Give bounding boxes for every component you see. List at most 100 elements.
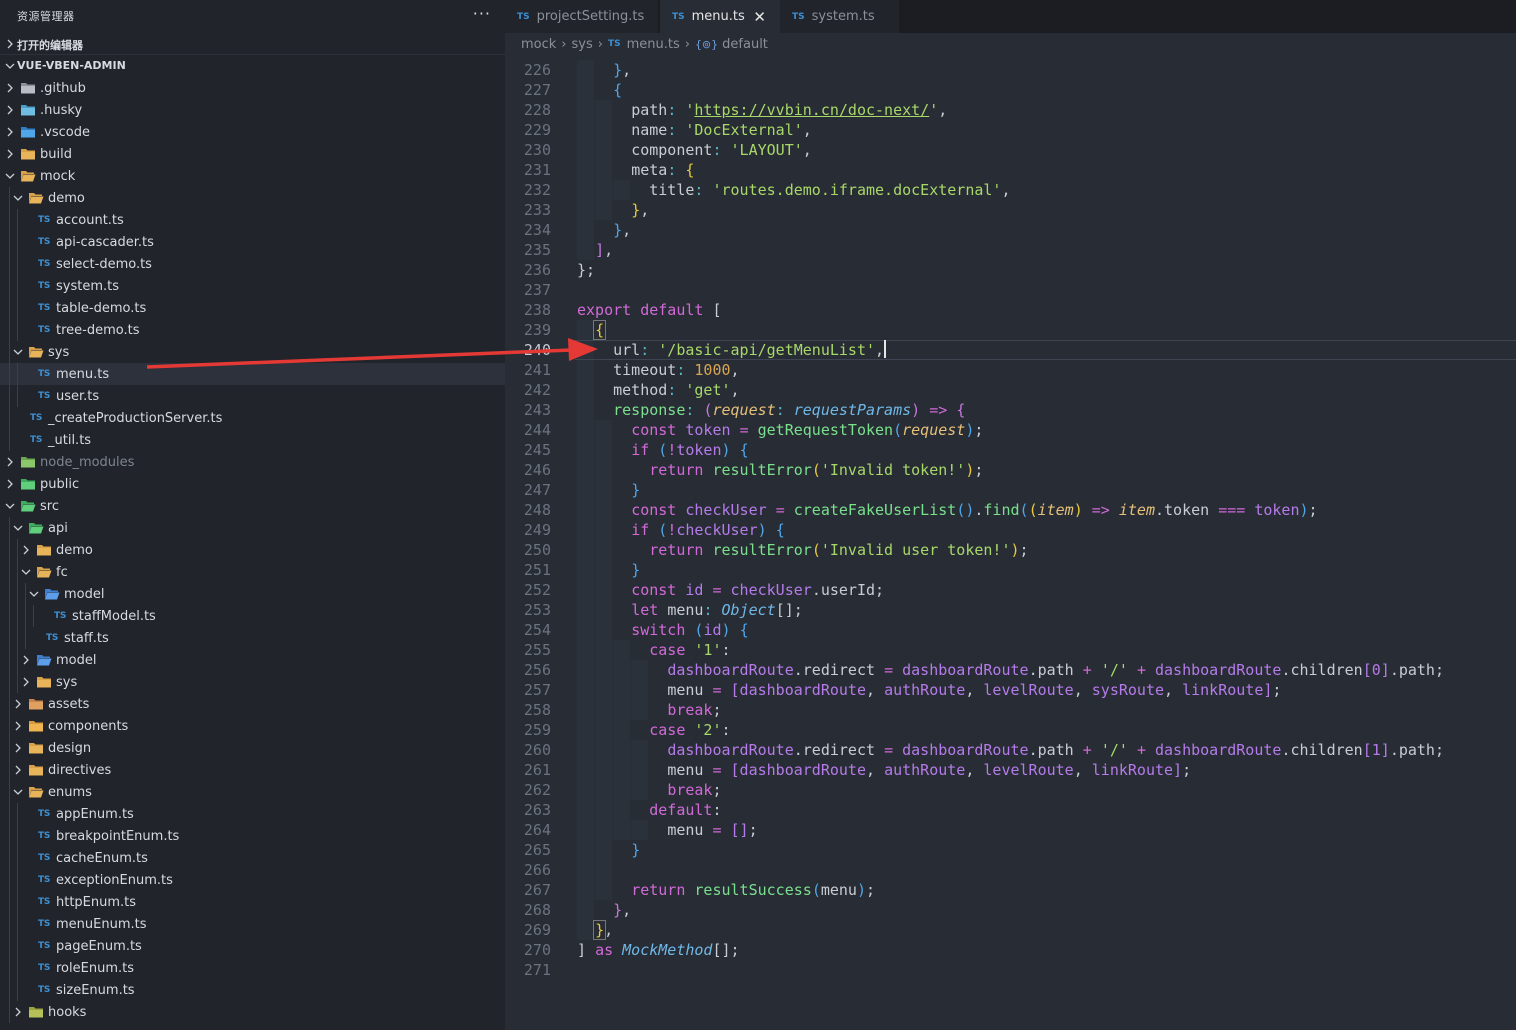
code-line[interactable]: 250 return resultError('Invalid user tok… (505, 540, 1516, 560)
code-line[interactable]: 261 menu = [dashboardRoute, authRoute, l… (505, 760, 1516, 780)
tree-file[interactable]: TS menu.ts (0, 363, 505, 385)
code-line[interactable]: 265 } (505, 840, 1516, 860)
tree-folder[interactable]: demo (0, 539, 505, 561)
open-editors-section[interactable]: 打开的编辑器 (0, 33, 505, 55)
code-line[interactable]: 245 if (!token) { (505, 440, 1516, 460)
code-line[interactable]: 228 path: 'https://vvbin.cn/doc-next/', (505, 100, 1516, 120)
code-line[interactable]: 248 const checkUser = createFakeUserList… (505, 500, 1516, 520)
close-icon[interactable]: ✕ (753, 8, 766, 26)
tree-folder[interactable]: .github (0, 77, 505, 99)
tree-folder[interactable]: .vscode (0, 121, 505, 143)
code-line[interactable]: 255 case '1': (505, 640, 1516, 660)
code-line[interactable]: 266 (505, 860, 1516, 880)
code-line[interactable]: 271 (505, 960, 1516, 980)
code-line[interactable]: 263 default: (505, 800, 1516, 820)
code-line[interactable]: 269 }, (505, 920, 1516, 940)
tree-file[interactable]: TS _createProductionServer.ts (0, 407, 505, 429)
tree-folder[interactable]: public (0, 473, 505, 495)
project-section[interactable]: VUE-VBEN-ADMIN (0, 55, 505, 77)
tree-file[interactable]: TS httpEnum.ts (0, 891, 505, 913)
tree-file[interactable]: TS _util.ts (0, 429, 505, 451)
tree-folder[interactable]: build (0, 143, 505, 165)
tree-folder[interactable]: fc (0, 561, 505, 583)
code-line[interactable]: 226 }, (505, 60, 1516, 80)
code-line[interactable]: 252 const id = checkUser.userId; (505, 580, 1516, 600)
tree-folder[interactable]: node_modules (0, 451, 505, 473)
code-line[interactable]: 232 title: 'routes.demo.iframe.docExtern… (505, 180, 1516, 200)
code-line[interactable]: 262 break; (505, 780, 1516, 800)
code-editor[interactable]: 226 }, 227 {228 path: 'https://vvbin.cn/d… (505, 55, 1516, 1030)
code-line[interactable]: 234 }, (505, 220, 1516, 240)
code-line[interactable]: 259 case '2': (505, 720, 1516, 740)
more-actions-button[interactable]: ··· (473, 4, 491, 23)
code-line[interactable]: 260 dashboardRoute.redirect = dashboardR… (505, 740, 1516, 760)
tree-file[interactable]: TS menuEnum.ts (0, 913, 505, 935)
tree-file[interactable]: TS appEnum.ts (0, 803, 505, 825)
tree-file[interactable]: TS system.ts (0, 275, 505, 297)
code-line[interactable]: 257 menu = [dashboardRoute, authRoute, l… (505, 680, 1516, 700)
tree-folder[interactable]: mock (0, 165, 505, 187)
code-line[interactable]: 238 export default [ (505, 300, 1516, 320)
code-line[interactable]: 240 url: '/basic-api/getMenuList', (505, 340, 1516, 360)
code-line[interactable]: 253 let menu: Object[]; (505, 600, 1516, 620)
code-line[interactable]: 233 }, (505, 200, 1516, 220)
tree-folder[interactable]: directives (0, 759, 505, 781)
tree-folder[interactable]: sys (0, 341, 505, 363)
code-line[interactable]: 237 (505, 280, 1516, 300)
code-line[interactable]: 242 method: 'get', (505, 380, 1516, 400)
code-line[interactable]: 270] as MockMethod[]; (505, 940, 1516, 960)
tree-file[interactable]: TS table-demo.ts (0, 297, 505, 319)
tree-file[interactable]: TS account.ts (0, 209, 505, 231)
breadcrumb-item-file[interactable]: menu.ts (627, 37, 680, 52)
code-line[interactable]: 235 ], (505, 240, 1516, 260)
code-line[interactable]: 247 } (505, 480, 1516, 500)
tab-system[interactable]: TS system.ts (780, 0, 899, 33)
code-line[interactable]: 249 if (!checkUser) { (505, 520, 1516, 540)
tree-folder[interactable]: sys (0, 671, 505, 693)
tree-file[interactable]: TS select-demo.ts (0, 253, 505, 275)
code-line[interactable]: 264 menu = []; (505, 820, 1516, 840)
tree-file[interactable]: TS user.ts (0, 385, 505, 407)
tree-folder[interactable]: demo (0, 187, 505, 209)
code-line[interactable]: 243 response: (request: requestParams) =… (505, 400, 1516, 420)
breadcrumb-item-symbol[interactable]: default (722, 37, 768, 52)
tree-folder[interactable]: model (0, 649, 505, 671)
tab-menu[interactable]: TS menu.ts ✕ (660, 0, 780, 33)
tree-file[interactable]: TS breakpointEnum.ts (0, 825, 505, 847)
tree-file[interactable]: TS staffModel.ts (0, 605, 505, 627)
tree-file[interactable]: TS pageEnum.ts (0, 935, 505, 957)
code-line[interactable]: 229 name: 'DocExternal', (505, 120, 1516, 140)
tree-file[interactable]: TS roleEnum.ts (0, 957, 505, 979)
tab-projectsetting[interactable]: TS projectSetting.ts (505, 0, 658, 33)
tree-folder[interactable]: enums (0, 781, 505, 803)
tree-folder[interactable]: components (0, 715, 505, 737)
tree-folder[interactable]: .husky (0, 99, 505, 121)
code-line[interactable]: 239 { (505, 320, 1516, 340)
tree-file[interactable]: TS sizeEnum.ts (0, 979, 505, 1001)
code-line[interactable]: 227 { (505, 80, 1516, 100)
tree-file[interactable]: TS tree-demo.ts (0, 319, 505, 341)
breadcrumb-item-mock[interactable]: mock (521, 37, 556, 52)
code-line[interactable]: 230 component: 'LAYOUT', (505, 140, 1516, 160)
code-line[interactable]: 236}; (505, 260, 1516, 280)
code-line[interactable]: 258 break; (505, 700, 1516, 720)
code-line[interactable]: 268 }, (505, 900, 1516, 920)
code-line[interactable]: 267 return resultSuccess(menu); (505, 880, 1516, 900)
code-line[interactable]: 256 dashboardRoute.redirect = dashboardR… (505, 660, 1516, 680)
code-line[interactable]: 251 } (505, 560, 1516, 580)
tree-folder[interactable]: design (0, 737, 505, 759)
tree-folder[interactable]: src (0, 495, 505, 517)
code-line[interactable]: 231 meta: { (505, 160, 1516, 180)
tree-file[interactable]: TS cacheEnum.ts (0, 847, 505, 869)
tree-folder[interactable]: hooks (0, 1001, 505, 1023)
breadcrumb-item-sys[interactable]: sys (572, 37, 593, 52)
code-line[interactable]: 254 switch (id) { (505, 620, 1516, 640)
tree-folder[interactable]: assets (0, 693, 505, 715)
tree-folder[interactable]: api (0, 517, 505, 539)
code-line[interactable]: 241 timeout: 1000, (505, 360, 1516, 380)
tree-file[interactable]: TS api-cascader.ts (0, 231, 505, 253)
tree-file[interactable]: TS staff.ts (0, 627, 505, 649)
tree-file[interactable]: TS exceptionEnum.ts (0, 869, 505, 891)
code-line[interactable]: 246 return resultError('Invalid token!')… (505, 460, 1516, 480)
code-line[interactable]: 244 const token = getRequestToken(reques… (505, 420, 1516, 440)
